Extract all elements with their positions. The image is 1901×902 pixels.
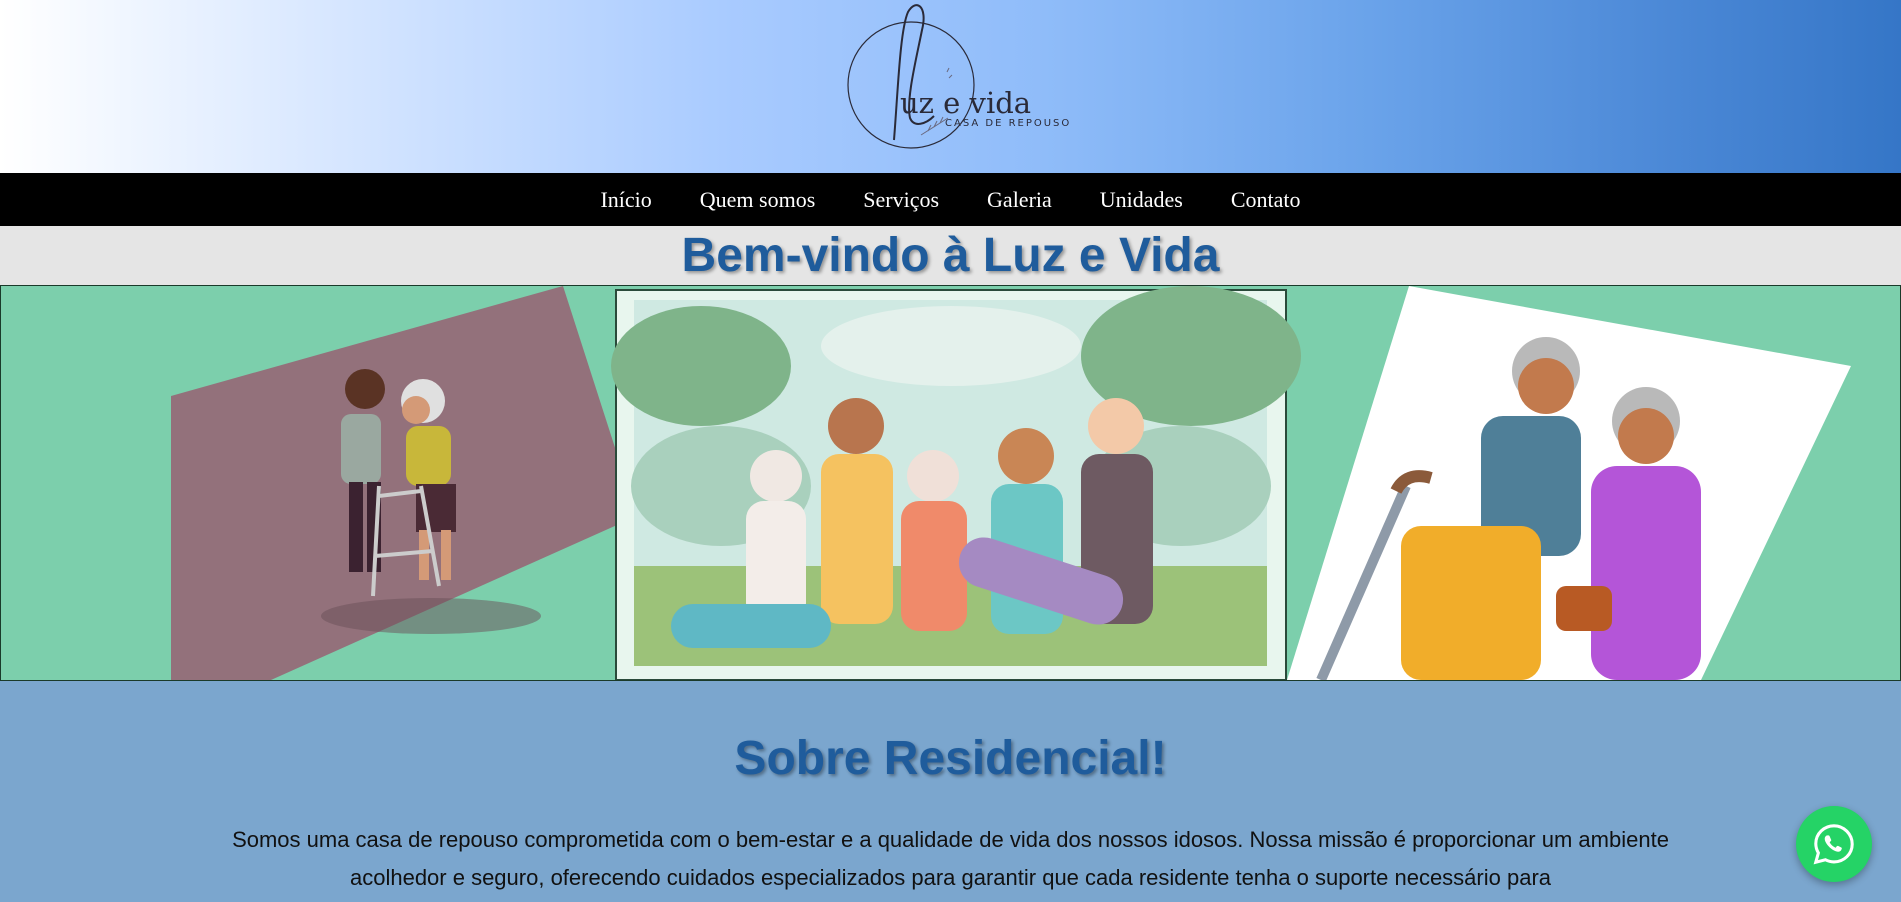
seniors-group-illustration: [611, 286, 1301, 680]
nav-item-contato[interactable]: Contato: [1207, 187, 1325, 213]
hero-banner: [0, 285, 1901, 681]
nav-item-servicos[interactable]: Serviços: [839, 187, 963, 213]
whatsapp-button[interactable]: [1796, 806, 1872, 882]
about-section: Sobre Residencial! Somos uma casa de rep…: [0, 681, 1901, 902]
about-text: Somos uma casa de repouso comprometida c…: [232, 827, 1669, 890]
main-nav: Início Quem somos Serviços Galeria Unida…: [0, 173, 1901, 226]
welcome-section: Bem-vindo à Luz e Vida: [0, 226, 1901, 285]
elderly-couple-illustration: [1287, 286, 1851, 680]
caregiver-illustration: [171, 286, 637, 680]
welcome-title: Bem-vindo à Luz e Vida: [681, 229, 1220, 282]
nav-item-inicio[interactable]: Início: [576, 187, 675, 213]
nav-item-unidades[interactable]: Unidades: [1076, 187, 1207, 213]
about-title: Sobre Residencial!: [734, 732, 1167, 785]
whatsapp-icon: [1813, 824, 1854, 865]
nav-item-galeria[interactable]: Galeria: [963, 187, 1076, 213]
site-header: uz e vida CASA DE REPOUSO: [0, 0, 1901, 173]
banner-illustrations: [171, 286, 1851, 680]
logo-wordmark: uz e vida: [900, 86, 1032, 120]
nav-item-quem-somos[interactable]: Quem somos: [676, 187, 840, 213]
logo-subtitle: CASA DE REPOUSO: [945, 118, 1072, 129]
